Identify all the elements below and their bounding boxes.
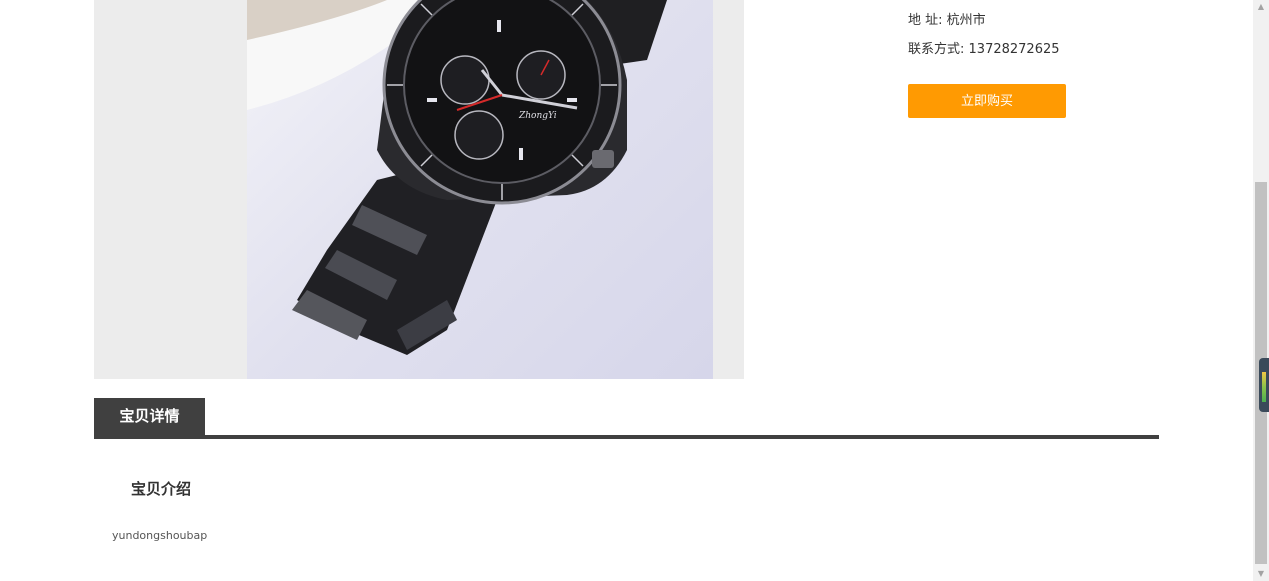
vertical-scrollbar[interactable]: ▲ ▼ <box>1253 0 1269 581</box>
phone-label: 联系方式: <box>908 42 965 57</box>
product-description: yundongshoubap <box>112 529 208 542</box>
watch-illustration: ZhongYi <box>247 0 667 355</box>
page: ZhongYi 地 址: 杭州市 联系方式: 13728272625 立即购买 … <box>0 0 1269 581</box>
tab-divider <box>94 435 1159 439</box>
phone-value: 13728272625 <box>968 42 1060 57</box>
address-line: 地 址: 杭州市 <box>908 9 986 28</box>
side-widget-icon[interactable] <box>1259 358 1269 412</box>
product-image: ZhongYi <box>247 0 713 379</box>
scroll-down-icon[interactable]: ▼ <box>1253 567 1269 581</box>
buy-now-button[interactable]: 立即购买 <box>908 84 1066 118</box>
section-title: 宝贝介绍 <box>131 480 192 498</box>
detail-tab-bar: 宝贝详情 <box>94 398 1159 439</box>
side-widget-level <box>1262 372 1266 402</box>
phone-line: 联系方式: 13728272625 <box>908 38 1060 57</box>
tab-product-details[interactable]: 宝贝详情 <box>94 398 205 435</box>
address-value: 杭州市 <box>946 13 986 28</box>
svg-text:ZhongYi: ZhongYi <box>518 111 557 121</box>
product-gallery: ZhongYi <box>94 0 744 379</box>
scroll-up-icon[interactable]: ▲ <box>1253 0 1269 14</box>
address-label: 地 址: <box>908 13 943 28</box>
